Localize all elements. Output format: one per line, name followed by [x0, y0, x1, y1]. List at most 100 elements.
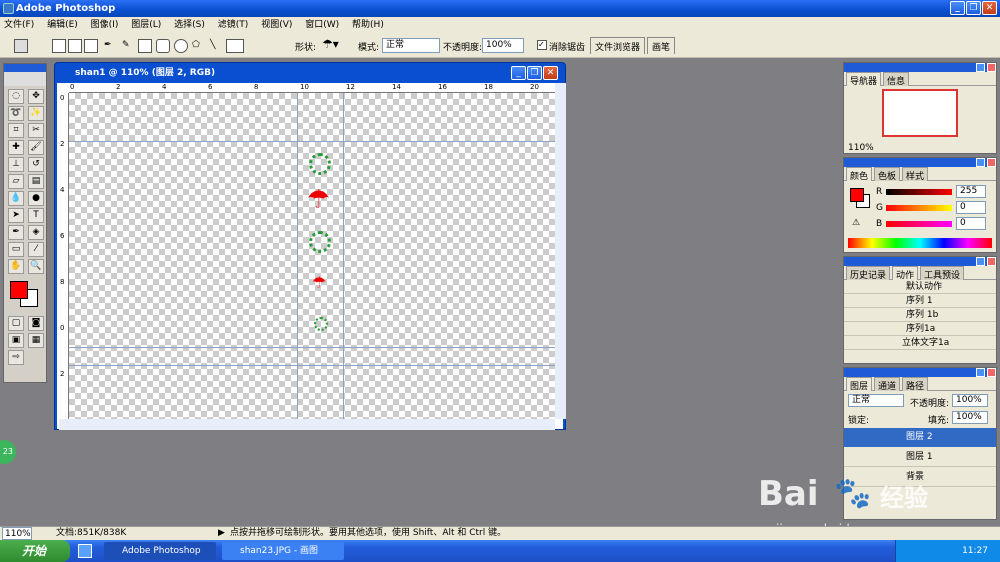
- red-umbrella-shape[interactable]: ☂: [307, 187, 330, 213]
- freeform-pen-icon[interactable]: ✎: [122, 40, 130, 50]
- screen-mode-full-icon[interactable]: ▦: [28, 333, 44, 348]
- opacity-input[interactable]: 100%: [482, 38, 524, 53]
- rectangle-icon[interactable]: [138, 39, 152, 53]
- green-burst-shape-small[interactable]: [314, 317, 328, 331]
- menu-image[interactable]: 图像(I): [91, 20, 119, 30]
- type-tool[interactable]: T: [28, 208, 44, 223]
- tab-file-browser[interactable]: 文件浏览器: [590, 37, 646, 54]
- magic-wand-tool[interactable]: ✨: [28, 106, 44, 121]
- menu-layer[interactable]: 图层(L): [131, 20, 161, 30]
- fill-input[interactable]: 100%: [952, 411, 988, 424]
- panel-minimize-button[interactable]: [976, 158, 985, 167]
- start-button[interactable]: 开始: [0, 540, 70, 562]
- panel-minimize-button[interactable]: [976, 257, 985, 266]
- side-badge[interactable]: 23: [0, 440, 16, 464]
- tool-preset-icon[interactable]: [14, 39, 28, 53]
- tab-history[interactable]: 历史记录: [846, 266, 891, 281]
- action-set-row[interactable]: 序列1a: [844, 322, 996, 336]
- show-desktop-icon[interactable]: [78, 544, 92, 558]
- eyedropper-tool[interactable]: ⁄: [28, 242, 44, 257]
- custom-shape-tool[interactable]: ◈: [28, 225, 44, 240]
- standard-mode-icon[interactable]: ▢: [8, 316, 24, 331]
- tab-channels[interactable]: 通道: [874, 377, 901, 392]
- stamp-tool[interactable]: ⊥: [8, 157, 24, 172]
- tab-paths[interactable]: 路径: [902, 377, 929, 392]
- notes-tool[interactable]: ▭: [8, 242, 24, 257]
- menu-select[interactable]: 选择(S): [174, 20, 205, 30]
- eraser-tool[interactable]: ▱: [8, 174, 24, 189]
- tab-brush[interactable]: 画笔: [647, 37, 676, 54]
- panel-close-button[interactable]: [987, 158, 996, 167]
- panel-close-button[interactable]: [987, 257, 996, 266]
- pen-icon[interactable]: ✒: [104, 40, 112, 50]
- ellipse-icon[interactable]: [174, 39, 188, 53]
- layer-row-selected[interactable]: 图层 2: [844, 428, 996, 447]
- menu-file[interactable]: 文件(F): [4, 20, 34, 30]
- quick-mask-icon[interactable]: ◙: [28, 316, 44, 331]
- red-umbrella-shape-small[interactable]: ☂: [312, 275, 326, 291]
- clock[interactable]: 11:27: [962, 546, 988, 556]
- doc-close-button[interactable]: ✕: [543, 66, 558, 80]
- custom-shape-icon[interactable]: [226, 39, 244, 53]
- history-brush-tool[interactable]: ↺: [28, 157, 44, 172]
- hand-tool[interactable]: ✋: [8, 259, 24, 274]
- tab-navigator[interactable]: 导航器: [846, 72, 882, 87]
- brush-tool[interactable]: 🖌: [28, 140, 44, 155]
- healing-tool[interactable]: ✚: [8, 140, 24, 155]
- color-ramp[interactable]: [848, 238, 992, 248]
- menu-window[interactable]: 窗口(W): [305, 20, 339, 30]
- b-slider[interactable]: [886, 221, 952, 227]
- guide-horizontal[interactable]: [69, 365, 555, 366]
- status-zoom[interactable]: 110%: [2, 527, 32, 540]
- panel-close-button[interactable]: [987, 63, 996, 72]
- screen-mode-standard-icon[interactable]: ▣: [8, 333, 24, 348]
- restore-button[interactable]: ❐: [966, 1, 981, 15]
- menu-filter[interactable]: 滤镜(T): [218, 20, 249, 30]
- task-photoshop[interactable]: Adobe Photoshop: [104, 542, 216, 560]
- shape-layers-icon[interactable]: [52, 39, 66, 53]
- antialias-checkbox[interactable]: ✓: [537, 40, 547, 50]
- pen-tool[interactable]: ✒: [8, 225, 24, 240]
- fill-pixels-icon[interactable]: [84, 39, 98, 53]
- jump-to-imageready-icon[interactable]: ⇨: [8, 350, 24, 365]
- tab-tool-presets[interactable]: 工具预设: [920, 266, 965, 281]
- color-panel-fg-swatch[interactable]: [850, 188, 864, 202]
- r-input[interactable]: 255: [956, 185, 986, 198]
- action-row[interactable]: 立体文字1a: [844, 336, 996, 350]
- zoom-tool[interactable]: 🔍: [28, 259, 44, 274]
- umbrella-shape-picker[interactable]: ☂▾: [322, 37, 339, 51]
- mode-select[interactable]: 正常: [382, 38, 440, 53]
- slice-tool[interactable]: ✂: [28, 123, 44, 138]
- move-tool[interactable]: ✥: [28, 89, 44, 104]
- g-input[interactable]: 0: [956, 201, 986, 214]
- menu-help[interactable]: 帮助(H): [352, 20, 384, 30]
- canvas[interactable]: ☂ ☂: [69, 93, 555, 419]
- tab-swatches[interactable]: 色板: [874, 167, 901, 182]
- path-select-tool[interactable]: ➤: [8, 208, 24, 223]
- marquee-tool[interactable]: ◌: [8, 89, 24, 104]
- doc-minimize-button[interactable]: _: [511, 66, 526, 80]
- panel-minimize-button[interactable]: [976, 63, 985, 72]
- horizontal-scrollbar[interactable]: [59, 419, 555, 430]
- tab-styles[interactable]: 样式: [902, 167, 929, 182]
- gradient-tool[interactable]: ▤: [28, 174, 44, 189]
- lasso-tool[interactable]: ➰: [8, 106, 24, 121]
- navigator-zoom[interactable]: 110%: [848, 143, 874, 153]
- guide-horizontal[interactable]: [69, 347, 555, 348]
- r-slider[interactable]: [886, 189, 952, 195]
- dodge-tool[interactable]: ●: [28, 191, 44, 206]
- navigator-preview[interactable]: [882, 89, 958, 137]
- green-burst-shape[interactable]: [309, 153, 331, 175]
- vertical-scrollbar[interactable]: [555, 83, 566, 419]
- tab-actions[interactable]: 动作: [892, 266, 919, 281]
- doc-restore-button[interactable]: ❐: [527, 66, 542, 80]
- task-paint[interactable]: shan23.JPG - 画图: [222, 542, 344, 560]
- action-set-row[interactable]: 序列 1: [844, 294, 996, 308]
- menu-view[interactable]: 视图(V): [261, 20, 292, 30]
- foreground-color-swatch[interactable]: [10, 281, 28, 299]
- action-set-row[interactable]: 序列 1b: [844, 308, 996, 322]
- crop-tool[interactable]: ⌗: [8, 123, 24, 138]
- tab-info[interactable]: 信息: [883, 72, 910, 87]
- blend-mode-select[interactable]: 正常: [848, 394, 904, 407]
- status-doc-size[interactable]: 文档:851K/838K: [56, 527, 126, 540]
